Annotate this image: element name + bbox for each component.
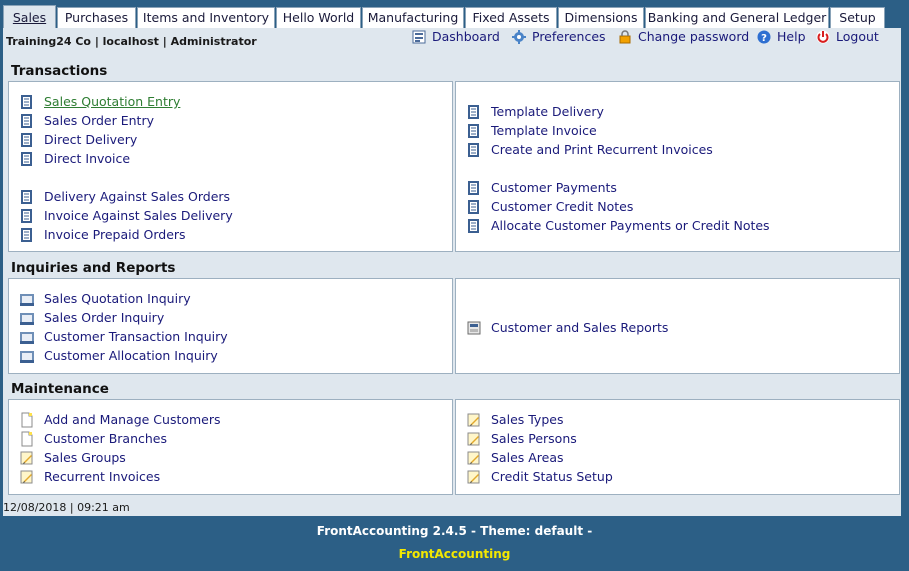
tab-setup[interactable]: Setup xyxy=(830,7,885,28)
maintenance-right-panel: Sales Types Sales Persons Sales Areas Cr… xyxy=(455,399,900,495)
tab-dimensions[interactable]: Dimensions xyxy=(558,7,644,28)
folder-icon xyxy=(19,291,35,307)
tab-fixed-assets[interactable]: Fixed Assets xyxy=(465,7,557,28)
tab-banking-and-general-ledger[interactable]: Banking and General Ledger xyxy=(645,7,829,28)
folder-icon xyxy=(19,348,35,364)
gear-icon xyxy=(512,30,526,44)
help-link[interactable]: ? Help xyxy=(757,28,806,46)
document-icon xyxy=(466,104,482,120)
document-icon xyxy=(19,189,35,205)
document-icon xyxy=(19,94,35,110)
edit-icon xyxy=(466,412,482,428)
tab-hello-world[interactable]: Hello World xyxy=(276,7,361,28)
inquiries-title: Inquiries and Reports xyxy=(11,260,176,276)
document-icon xyxy=(466,123,482,139)
document-icon xyxy=(19,132,35,148)
page-icon xyxy=(19,412,35,428)
document-icon xyxy=(466,218,482,234)
transactions-right-panel: Template Delivery Template Invoice Creat… xyxy=(455,81,900,252)
user-info: Training24 Co | localhost | Administrato… xyxy=(6,35,257,48)
lock-icon xyxy=(618,30,632,44)
svg-text:?: ? xyxy=(761,33,767,44)
inquiries-right-panel: Customer and Sales Reports xyxy=(455,278,900,374)
logout-link[interactable]: Logout xyxy=(816,28,879,46)
preferences-link[interactable]: Preferences xyxy=(512,28,606,46)
help-icon: ? xyxy=(757,30,771,44)
edit-icon xyxy=(466,431,482,447)
document-icon xyxy=(19,208,35,224)
document-icon xyxy=(19,151,35,167)
transactions-left-panel: Sales Quotation Entry Sales Order Entry … xyxy=(8,81,453,252)
tab-purchases[interactable]: Purchases xyxy=(57,7,136,28)
maintenance-title: Maintenance xyxy=(11,381,109,397)
page-icon xyxy=(19,431,35,447)
transactions-title: Transactions xyxy=(11,63,108,79)
tab-manufacturing[interactable]: Manufacturing xyxy=(362,7,464,28)
edit-icon xyxy=(19,450,35,466)
document-icon xyxy=(19,227,35,243)
power-icon xyxy=(816,30,830,44)
dashboard-link[interactable]: Dashboard xyxy=(412,28,500,46)
report-icon xyxy=(466,320,482,336)
footer-version: FrontAccounting 2.4.5 - Theme: default - xyxy=(316,524,593,538)
main-content: Training24 Co | localhost | Administrato… xyxy=(3,28,901,516)
maintenance-left-panel: Add and Manage Customers Customer Branch… xyxy=(8,399,453,495)
inquiries-left-panel: Sales Quotation Inquiry Sales Order Inqu… xyxy=(8,278,453,374)
tab-sales[interactable]: Sales xyxy=(3,5,56,29)
status-datetime: 12/08/2018 | 09:21 am xyxy=(3,501,130,514)
edit-icon xyxy=(466,450,482,466)
change-password-link[interactable]: Change password xyxy=(618,28,749,46)
folder-icon xyxy=(19,329,35,345)
document-icon xyxy=(466,142,482,158)
footer-brand-link[interactable]: FrontAccounting xyxy=(0,547,909,561)
edit-icon xyxy=(19,469,35,485)
document-icon xyxy=(466,199,482,215)
document-icon xyxy=(466,180,482,196)
tab-items-and-inventory[interactable]: Items and Inventory xyxy=(137,7,275,28)
dashboard-icon xyxy=(412,30,426,44)
document-icon xyxy=(19,113,35,129)
folder-icon xyxy=(19,310,35,326)
edit-icon xyxy=(466,469,482,485)
module-tab-bar: Sales Purchases Items and Inventory Hell… xyxy=(0,0,909,29)
